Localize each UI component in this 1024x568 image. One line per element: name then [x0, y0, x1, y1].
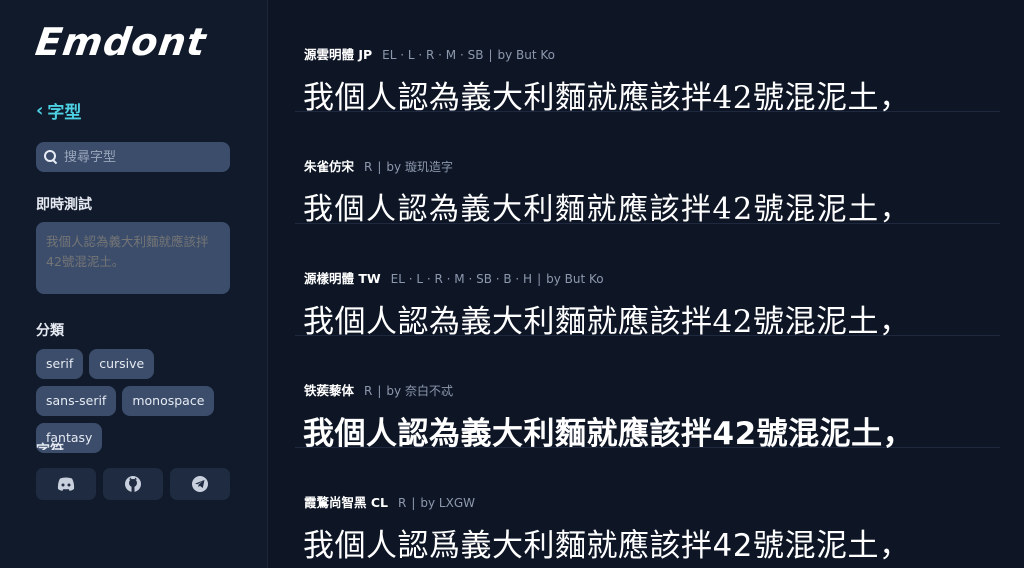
github-button[interactable]: [103, 468, 163, 500]
search-icon: [44, 150, 58, 164]
font-meta: 霞鶩尚智黑 CL R | by LXGW: [304, 492, 475, 511]
separator: |: [411, 496, 416, 510]
font-author[interactable]: by 奈白不忒: [386, 384, 453, 398]
font-author[interactable]: by LXGW: [420, 496, 475, 510]
discord-icon: [57, 477, 75, 491]
font-list: 源雲明體 JP EL · L · R · M · SB | by But Ko 我個人…: [295, 0, 1000, 568]
font-author[interactable]: by But Ko: [498, 48, 556, 62]
live-test-label: 即時測試: [36, 197, 92, 213]
font-weights: R: [364, 160, 373, 174]
tag-sans-serif[interactable]: sans-serif: [36, 386, 117, 416]
chevron-left-icon: ‹: [36, 100, 44, 121]
font-card[interactable]: 源樣明體 TW EL · L · R · M · SB · B · H | by Bu…: [295, 224, 1000, 340]
font-card[interactable]: 朱雀仿宋 R | by 璇玑造字 我個人認為義大利麵就應該拌42號混泥土，: [295, 112, 1000, 227]
separator: |: [377, 160, 382, 174]
separator: |: [488, 48, 493, 62]
font-weights: EL · L · R · M · SB · B · H: [390, 272, 533, 286]
logo[interactable]: Emdont: [33, 20, 209, 64]
categories-label: 分類: [36, 323, 64, 339]
font-sample: 我個人認為義大利麵就應該拌42號混泥土，: [303, 80, 911, 116]
font-sample: 我個人認為義大利麵就應該拌42號混泥土，: [303, 192, 912, 227]
sidebar: Emdont ‹ 字型 即時測試 分類 serif cursive sans-s…: [0, 0, 268, 568]
tag-serif[interactable]: serif: [36, 349, 84, 379]
font-card[interactable]: 源雲明體 JP EL · L · R · M · SB | by But Ko 我個人…: [295, 0, 1000, 116]
discord-button[interactable]: [36, 468, 96, 500]
font-weights: EL · L · R · M · SB: [382, 48, 484, 62]
font-sample: 我個人認爲義大利麵就應該拌42號混泥土，: [303, 528, 911, 564]
search-input[interactable]: [64, 149, 224, 165]
search-box[interactable]: [36, 142, 230, 172]
font-author[interactable]: by But Ko: [546, 272, 604, 286]
font-meta: 铁蒺藜体 R | by 奈白不忒: [304, 380, 453, 399]
telegram-icon: [192, 476, 208, 492]
partially-visible-section-label: 字符: [36, 440, 64, 450]
live-test-input[interactable]: [36, 222, 230, 294]
font-author[interactable]: by 璇玑造字: [386, 160, 453, 174]
font-meta: 源樣明體 TW EL · L · R · M · SB · B · H | by Bu…: [304, 268, 604, 287]
telegram-button[interactable]: [170, 468, 230, 500]
font-sample: 我個人認為義大利麵就應該拌42號混泥土，: [303, 416, 915, 452]
font-weights: R: [364, 384, 373, 398]
category-tags: serif cursive sans-serif monospace fanta…: [36, 349, 236, 453]
tag-monospace[interactable]: monospace: [122, 386, 215, 416]
separator: |: [537, 272, 542, 286]
font-meta: 源雲明體 JP EL · L · R · M · SB | by But Ko: [304, 44, 555, 63]
back-to-fonts-link[interactable]: ‹ 字型: [36, 98, 81, 123]
font-weights: R: [398, 496, 407, 510]
font-name[interactable]: 源雲明體 JP: [304, 47, 372, 62]
back-link-label: 字型: [47, 103, 82, 123]
separator: |: [377, 384, 382, 398]
font-name[interactable]: 霞鶩尚智黑 CL: [304, 495, 388, 510]
font-sample: 我個人認為義大利麵就應該拌42號混泥土，: [303, 304, 911, 340]
font-name[interactable]: 源樣明體 TW: [304, 271, 381, 286]
tag-cursive[interactable]: cursive: [89, 349, 155, 379]
social-links: [36, 468, 230, 500]
github-icon: [125, 476, 141, 492]
font-card[interactable]: 霞鶩尚智黑 CL R | by LXGW 我個人認爲義大利麵就應該拌42號混泥土，: [295, 448, 1000, 564]
font-card[interactable]: 铁蒺藜体 R | by 奈白不忒 我個人認為義大利麵就應該拌42號混泥土，: [295, 336, 1000, 452]
font-meta: 朱雀仿宋 R | by 璇玑造字: [304, 156, 453, 175]
font-name[interactable]: 铁蒺藜体: [304, 383, 354, 398]
font-name[interactable]: 朱雀仿宋: [304, 159, 354, 174]
